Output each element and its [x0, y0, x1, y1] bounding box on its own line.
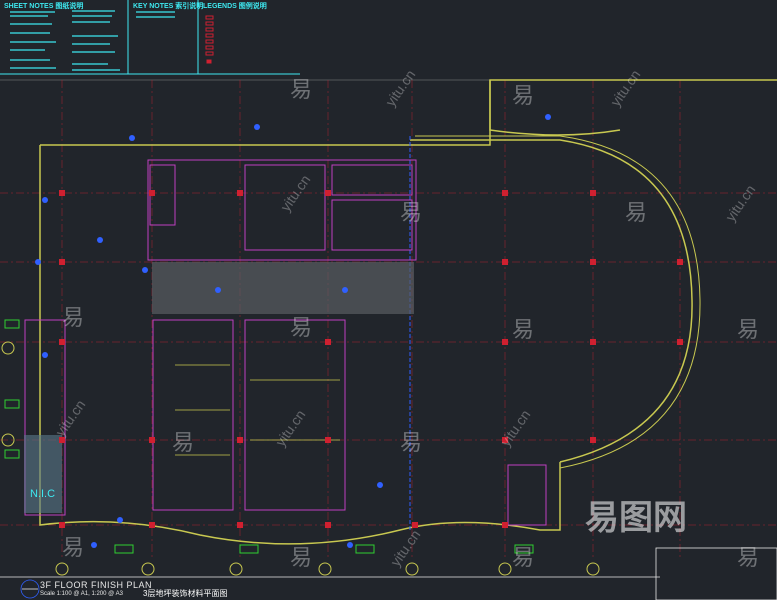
stair-nic [24, 435, 62, 513]
notes-header [0, 0, 777, 81]
legend-swatches [205, 15, 214, 64]
watermark-glyph: 易 [290, 545, 313, 570]
plan-title-cn: 3层地坪装饰材料平面图 [143, 589, 228, 598]
watermark-glyph: 易 [62, 305, 85, 330]
core-rooms [24, 159, 547, 526]
watermark-glyph: 易 [737, 545, 760, 570]
watermark-glyph: 易 [512, 83, 535, 108]
plan-scale: Scale 1:100 @ A1, 1:200 @ A3 [40, 591, 123, 597]
watermark-glyph: 易 [400, 200, 423, 225]
watermark-glyph: 易 [512, 545, 535, 570]
key-notes-heading: KEY NOTES 索引说明 [133, 3, 204, 10]
watermark-glyph: 易 [512, 317, 535, 342]
cad-drawing-canvas[interactable]: SHEET NOTES 图纸说明 KEY NOTES 索引说明 LEGENDS … [0, 0, 777, 600]
sheet-notes-heading: SHEET NOTES 图纸说明 [4, 3, 84, 10]
room-partitions [175, 364, 340, 456]
green-tags [4, 319, 534, 554]
notes-text-lines [10, 10, 175, 71]
legends-heading: LEGENDS 图例说明 [203, 3, 267, 10]
watermark-glyph: 易 [62, 535, 85, 560]
watermark-glyph: 易 [172, 430, 195, 455]
grid-lines [0, 80, 777, 560]
watermark-glyph: 易 [290, 77, 313, 102]
plan-title: 3F FLOOR FINISH PLAN [40, 580, 153, 590]
watermark-glyph: 易 [625, 200, 648, 225]
watermark-logo: 易图网 [585, 499, 687, 537]
nic-label: N.I.C [30, 488, 56, 500]
corridor-hatch [152, 262, 414, 314]
watermark-glyph: 易 [737, 317, 760, 342]
watermark-glyph: 易 [400, 430, 423, 455]
watermark-glyph: 易 [290, 315, 313, 340]
